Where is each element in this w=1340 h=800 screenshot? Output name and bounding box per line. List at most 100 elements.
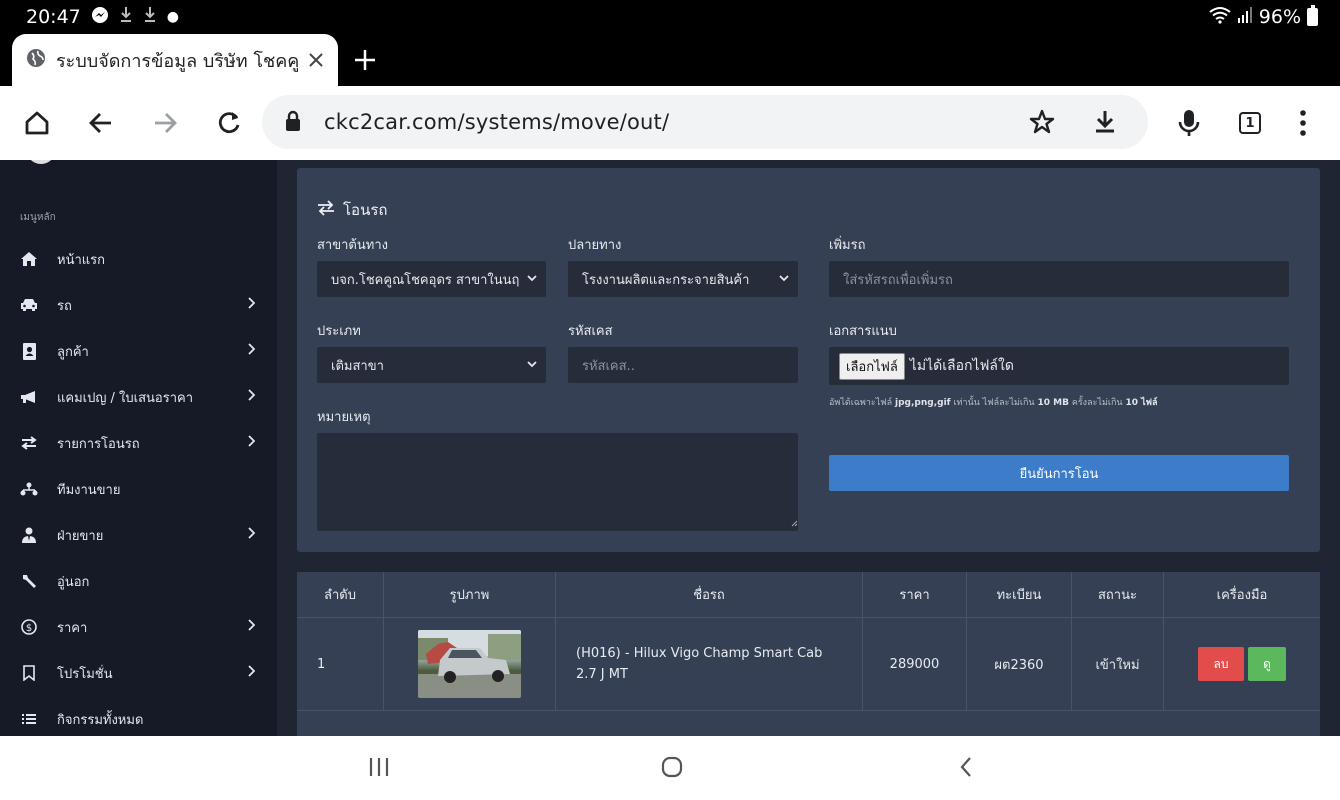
megaphone-icon	[20, 388, 38, 406]
destination-label: ปลายทาง	[568, 238, 622, 253]
column-header: ทะเบียน	[967, 572, 1072, 617]
reload-button[interactable]	[212, 106, 246, 140]
column-header: สถานะ	[1072, 572, 1164, 617]
tab-count: 1	[1239, 112, 1261, 134]
download-page-icon[interactable]	[1092, 108, 1118, 140]
chevron-down-icon	[526, 272, 538, 288]
more-vertical-icon	[1300, 110, 1306, 136]
list-icon	[20, 710, 38, 728]
chevron-right-icon	[247, 297, 256, 313]
note-textarea[interactable]	[317, 433, 798, 531]
car-plate: ผต2360	[967, 618, 1072, 710]
new-tab-button[interactable]	[354, 40, 376, 80]
transfer-form-card: โอนรถ สาขาต้นทาง บจก.โชคคูณโชคอุดร สาขาใ…	[297, 168, 1320, 552]
browser-menu-button[interactable]	[1286, 106, 1320, 140]
address-bar[interactable]: ckc2car.com/systems/move/out/	[262, 95, 1148, 149]
choose-file-button[interactable]: เลือกไฟล์	[839, 352, 905, 380]
home-icon	[20, 250, 38, 268]
contact-book-icon	[20, 342, 38, 360]
recent-apps-icon	[369, 758, 389, 776]
sidebar-item-home[interactable]: หน้าแรก	[0, 236, 277, 282]
chevron-right-icon	[247, 343, 256, 359]
column-header: ชื่อรถ	[556, 572, 863, 617]
form-title: โอนรถ	[317, 198, 387, 222]
car-icon	[20, 296, 38, 314]
case-code-label: รหัสเคส	[568, 324, 613, 339]
sidebar-item-label: ทีมงานขาย	[57, 482, 121, 498]
tab-title: ระบบจัดการข้อมูล บริษัท โชคคูณ	[56, 50, 298, 72]
table-header: ลำดับ รูปภาพ ชื่อรถ ราคา ทะเบียน สถานะ เ…	[297, 572, 1320, 618]
battery-level: 96%	[1258, 6, 1301, 28]
svg-text:$: $	[26, 623, 32, 634]
sidebar-item-label: กิจกรรมทั้งหมด	[57, 712, 144, 728]
sidebar-item-campaign[interactable]: แคมเปญ / ใบเสนอราคา	[0, 374, 277, 420]
chevron-right-icon	[247, 665, 256, 681]
view-button[interactable]: ดู	[1248, 647, 1286, 681]
close-tab-icon[interactable]	[308, 46, 324, 74]
messenger-icon	[91, 6, 109, 29]
sidebar-item-car[interactable]: รถ	[0, 282, 277, 328]
sidebar-heading: เมนูหลัก	[20, 212, 56, 223]
source-branch-select[interactable]: บจก.โชคคูณโชคอุดร สาขาในนฤ	[317, 261, 546, 297]
column-header: ราคา	[863, 572, 967, 617]
sidebar: เมนูหลัก หน้าแรก รถ ลูกค้า แคมเปญ / ใบเส…	[0, 160, 277, 736]
voice-search-button[interactable]	[1172, 106, 1206, 140]
car-image-cell	[384, 618, 556, 710]
notification-dot-icon: ●	[166, 9, 179, 25]
sidebar-item-customers[interactable]: ลูกค้า	[0, 328, 277, 374]
chevron-right-icon	[247, 527, 256, 543]
bookmark-star-icon[interactable]	[1028, 108, 1056, 140]
destination-select[interactable]: โรงงานผลิตและกระจายสินค้า	[568, 261, 798, 297]
sidebar-item-sales-dept[interactable]: ฝ่ายขาย	[0, 512, 277, 558]
browser-tab[interactable]: ระบบจัดการข้อมูล บริษัท โชคคูณ	[12, 34, 338, 86]
case-code-input[interactable]: รหัสเคส..	[568, 347, 798, 383]
home-circle-icon	[661, 756, 683, 778]
signal-icon	[1237, 6, 1253, 29]
forward-button[interactable]	[148, 106, 182, 140]
car-photo[interactable]	[418, 630, 521, 698]
type-select[interactable]: เติมสาขา	[317, 347, 546, 383]
recent-apps-button[interactable]	[368, 756, 390, 782]
column-header: เครื่องมือ	[1216, 588, 1268, 603]
back-nav-button[interactable]	[958, 756, 974, 782]
sidebar-item-sales-team[interactable]: ทีมงานขาย	[0, 466, 277, 512]
note-label: หมายเหตุ	[317, 410, 371, 425]
status-time: 20:47	[26, 6, 81, 28]
car-status: เข้าใหม่	[1072, 618, 1164, 710]
chevron-right-icon	[247, 389, 256, 405]
chevron-right-icon	[247, 619, 256, 635]
sidebar-item-label: ฝ่ายขาย	[57, 528, 104, 544]
user-tie-icon	[20, 526, 38, 544]
chevron-down-icon	[778, 272, 790, 288]
home-nav-button[interactable]	[661, 756, 683, 782]
add-car-input[interactable]: ใส่รหัสรถเพื่อเพิ่มรถ	[829, 261, 1289, 297]
delete-button[interactable]: ลบ	[1198, 647, 1244, 681]
sidebar-item-label: อู่นอก	[57, 574, 90, 590]
main-content: โอนรถ สาขาต้นทาง บจก.โชคคูณโชคอุดร สาขาใ…	[277, 160, 1340, 736]
dollar-icon: $	[20, 618, 38, 636]
confirm-transfer-button[interactable]: ยืนยันการโอน	[829, 455, 1289, 491]
home-button[interactable]	[20, 106, 54, 140]
tab-switcher-button[interactable]: 1	[1233, 106, 1267, 140]
table-row: 1 (H016) - Hilux Vigo Champ Smart Cab 2.…	[297, 618, 1320, 711]
wifi-icon	[1209, 6, 1231, 29]
sidebar-item-activities[interactable]: กิจกรรมทั้งหมด	[0, 696, 277, 736]
car-name: (H016) - Hilux Vigo Champ Smart Cab 2.7 …	[556, 618, 863, 710]
file-input[interactable]: เลือกไฟล์ ไม่ได้เลือกไฟล์ใด	[829, 347, 1289, 385]
system-nav-bar	[0, 736, 1340, 800]
column-header: ลำดับ	[297, 572, 384, 617]
sidebar-item-garage[interactable]: อู่นอก	[0, 558, 277, 604]
sidebar-item-transfers[interactable]: รายการโอนรถ	[0, 420, 277, 466]
sitemap-icon	[20, 480, 38, 498]
resize-handle-icon[interactable]	[790, 512, 798, 531]
arrow-right-icon	[155, 113, 177, 133]
sidebar-item-label: รายการโอนรถ	[57, 436, 140, 452]
sidebar-item-price[interactable]: $ ราคา	[0, 604, 277, 650]
back-button[interactable]	[84, 106, 118, 140]
web-page: เมนูหลัก หน้าแรก รถ ลูกค้า แคมเปญ / ใบเส…	[0, 160, 1340, 736]
column-header: รูปภาพ	[384, 572, 556, 617]
sidebar-item-label: โปรโมชั่น	[57, 666, 113, 682]
sidebar-item-promotion[interactable]: โปรโมชั่น	[0, 650, 277, 696]
battery-icon	[1307, 5, 1318, 26]
destination-value: โรงงานผลิตและกระจายสินค้า	[582, 272, 750, 288]
